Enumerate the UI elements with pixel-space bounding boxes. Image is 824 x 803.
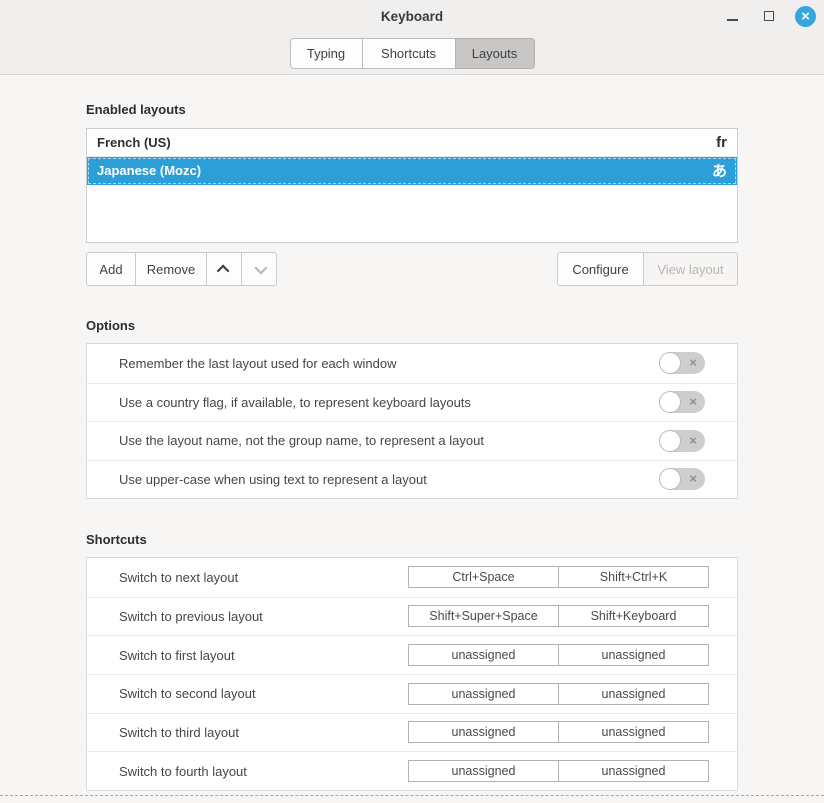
view-layout-button[interactable]: View layout <box>643 252 738 286</box>
option-row-layout-name: Use the layout name, not the group name,… <box>87 421 737 460</box>
toggle-layout-name[interactable]: × <box>659 430 705 452</box>
options-heading: Options <box>86 318 738 333</box>
layout-indicator-fr: fr <box>716 134 727 151</box>
keybinding-button[interactable]: unassigned <box>558 721 709 743</box>
shortcut-label: Switch to previous layout <box>119 609 408 624</box>
add-layout-button[interactable]: Add <box>86 252 136 286</box>
keybinding-button[interactable]: Shift+Ctrl+K <box>558 566 709 588</box>
keybinding-button[interactable]: Shift+Super+Space <box>408 605 559 627</box>
configure-button-group: Configure View layout <box>557 252 738 286</box>
keybinding-group: unassigned unassigned <box>408 721 709 743</box>
shortcuts-group: Switch to next layout Ctrl+Space Shift+C… <box>86 557 738 791</box>
keybinding-button[interactable]: unassigned <box>558 760 709 782</box>
window-header: Keyboard × Typing Shortcuts Layouts <box>0 0 824 75</box>
maximize-icon <box>764 11 774 21</box>
option-label: Use a country flag, if available, to rep… <box>119 395 471 410</box>
option-row-country-flag: Use a country flag, if available, to rep… <box>87 383 737 422</box>
tab-shortcuts[interactable]: Shortcuts <box>362 38 455 69</box>
titlebar[interactable]: Keyboard × <box>0 0 824 32</box>
toggle-off-icon: × <box>689 395 697 408</box>
toggle-knob <box>660 431 680 451</box>
option-label: Use the layout name, not the group name,… <box>119 433 484 448</box>
shortcut-row-next-layout: Switch to next layout Ctrl+Space Shift+C… <box>87 558 737 597</box>
chevron-up-icon <box>216 264 229 277</box>
configure-button[interactable]: Configure <box>557 252 644 286</box>
remove-layout-button[interactable]: Remove <box>135 252 207 286</box>
shortcut-row-first-layout: Switch to first layout unassigned unassi… <box>87 635 737 674</box>
layout-row-japanese[interactable]: Japanese (Mozc) あ <box>87 157 737 185</box>
tab-bar: Typing Shortcuts Layouts <box>0 32 824 74</box>
keybinding-button[interactable]: Ctrl+Space <box>408 566 559 588</box>
keybinding-button[interactable]: unassigned <box>408 721 559 743</box>
layouts-toolbar: Add Remove Configure View layout <box>86 252 738 286</box>
layout-indicator-ja: あ <box>712 160 727 181</box>
shortcut-row-fourth-layout: Switch to fourth layout unassigned unass… <box>87 751 737 790</box>
toggle-off-icon: × <box>689 356 697 369</box>
toggle-knob <box>660 469 680 489</box>
keybinding-button[interactable]: unassigned <box>558 644 709 666</box>
keybinding-button[interactable]: Shift+Keyboard <box>558 605 709 627</box>
shortcut-row-third-layout: Switch to third layout unassigned unassi… <box>87 713 737 752</box>
keybinding-group: unassigned unassigned <box>408 683 709 705</box>
shortcut-label: Switch to first layout <box>119 648 408 663</box>
toggle-upper-case[interactable]: × <box>659 468 705 490</box>
chevron-down-icon <box>254 261 267 274</box>
enabled-layouts-heading: Enabled layouts <box>86 102 738 117</box>
move-up-button[interactable] <box>206 252 242 286</box>
option-label: Use upper-case when using text to repres… <box>119 472 427 487</box>
layout-name: French (US) <box>97 135 171 150</box>
keybinding-group: Shift+Super+Space Shift+Keyboard <box>408 605 709 627</box>
shortcut-label: Switch to third layout <box>119 725 408 740</box>
maximize-button[interactable] <box>758 5 780 27</box>
minimize-icon <box>727 19 738 21</box>
keyboard-settings-window: Keyboard × Typing Shortcuts Layouts <box>0 0 824 803</box>
window-controls: × <box>721 0 816 32</box>
toggle-off-icon: × <box>689 434 697 447</box>
shortcut-label: Switch to next layout <box>119 570 408 585</box>
toggle-off-icon: × <box>689 472 697 485</box>
keybinding-group: unassigned unassigned <box>408 760 709 782</box>
shortcut-row-second-layout: Switch to second layout unassigned unass… <box>87 674 737 713</box>
keybinding-group: unassigned unassigned <box>408 644 709 666</box>
keybinding-button[interactable]: unassigned <box>408 683 559 705</box>
toggle-knob <box>660 392 680 412</box>
options-group: Remember the last layout used for each w… <box>86 343 738 499</box>
toggle-remember-layout[interactable]: × <box>659 352 705 374</box>
tab-typing[interactable]: Typing <box>290 38 362 69</box>
close-icon: × <box>801 9 810 24</box>
edit-button-group: Add Remove <box>86 252 277 286</box>
layouts-page: Enabled layouts French (US) fr Japanese … <box>0 102 824 791</box>
window-bottom-edge <box>0 795 824 796</box>
minimize-button[interactable] <box>721 5 743 27</box>
option-row-remember-layout: Remember the last layout used for each w… <box>87 344 737 383</box>
enabled-layouts-list: French (US) fr Japanese (Mozc) あ <box>86 128 738 243</box>
shortcut-row-previous-layout: Switch to previous layout Shift+Super+Sp… <box>87 597 737 636</box>
tab-layouts[interactable]: Layouts <box>455 38 535 69</box>
window-title: Keyboard <box>381 9 443 24</box>
option-label: Remember the last layout used for each w… <box>119 356 396 371</box>
layout-row-french[interactable]: French (US) fr <box>87 129 737 157</box>
layout-name: Japanese (Mozc) <box>97 163 201 178</box>
shortcut-label: Switch to second layout <box>119 686 408 701</box>
close-button[interactable]: × <box>795 6 816 27</box>
keybinding-button[interactable]: unassigned <box>408 760 559 782</box>
toggle-knob <box>660 353 680 373</box>
keybinding-button[interactable]: unassigned <box>408 644 559 666</box>
toggle-country-flag[interactable]: × <box>659 391 705 413</box>
keybinding-button[interactable]: unassigned <box>558 683 709 705</box>
option-row-upper-case: Use upper-case when using text to repres… <box>87 460 737 499</box>
move-down-button[interactable] <box>241 252 277 286</box>
shortcut-label: Switch to fourth layout <box>119 764 408 779</box>
keybinding-group: Ctrl+Space Shift+Ctrl+K <box>408 566 709 588</box>
shortcuts-heading: Shortcuts <box>86 532 738 547</box>
